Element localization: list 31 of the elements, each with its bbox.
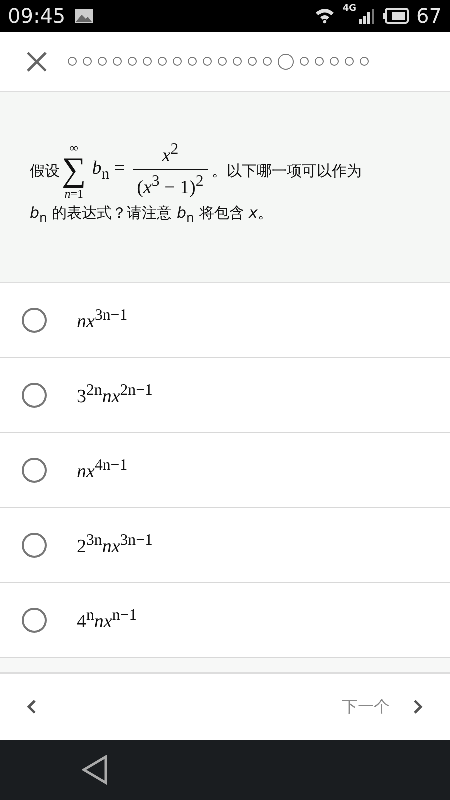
question-text: 假设 — [30, 160, 60, 182]
clock-time: 09:45 — [8, 4, 66, 28]
option-expression: 3$^{2n}$nx$^{2n−1}$ — [77, 382, 153, 408]
radio-button[interactable] — [22, 458, 47, 482]
radio-button[interactable] — [22, 608, 47, 632]
battery-icon — [382, 8, 409, 24]
sum-lower-limit: n=1 — [64, 188, 84, 200]
network-label: 4G — [342, 4, 357, 14]
previous-icon[interactable] — [26, 699, 38, 715]
radio-button[interactable] — [22, 308, 47, 332]
radio-button[interactable] — [22, 382, 47, 408]
next-icon[interactable] — [412, 699, 424, 715]
close-icon[interactable] — [26, 50, 48, 72]
image-icon — [74, 8, 94, 24]
fraction-numerator: x$^{2}$ — [161, 140, 180, 168]
question-text: b$_{n}$ 的表达式？请注意 b$_{n}$ 将包含 x。 — [30, 203, 273, 228]
option-expression: nx$^{3n−1}$ — [77, 306, 128, 334]
question-text: 。以下哪一项可以作为 — [212, 160, 362, 182]
fraction-denominator: (x$^{3}$ − 1)$^{2}$ — [133, 169, 208, 202]
radio-button[interactable] — [22, 532, 47, 558]
sum-symbol: ∑ — [62, 154, 86, 188]
back-icon[interactable] — [82, 755, 108, 785]
battery-level: 67 — [416, 4, 442, 28]
math-expression: b$_{n}$ = — [91, 156, 126, 185]
option-expression: 2$^{3n}$nx$^{3n−1}$ — [77, 532, 153, 558]
wifi-icon — [314, 8, 335, 24]
option-expression: nx$^{4n−1}$ — [77, 456, 128, 484]
signal-icon — [358, 8, 375, 24]
option-expression: 4$^{n}$nx$^{n−1}$ — [77, 606, 138, 634]
sum-upper-limit: ∞ — [70, 142, 78, 154]
next-label[interactable]: 下一个 — [342, 696, 390, 718]
